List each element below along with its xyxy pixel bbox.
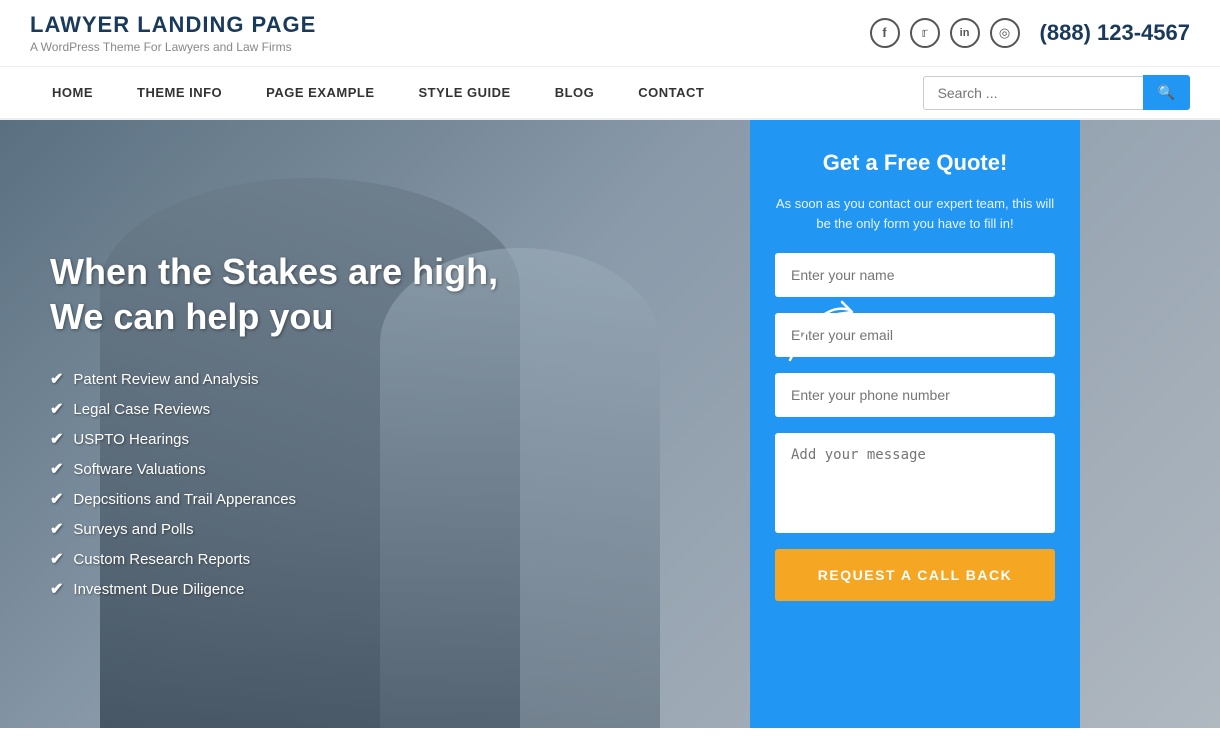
navbar: HOME THEME INFO PAGE EXAMPLE STYLE GUIDE… — [0, 67, 1220, 120]
list-item: ✔ Surveys and Polls — [50, 519, 710, 539]
check-icon: ✔ — [50, 459, 63, 479]
list-item-label: Software Valuations — [73, 461, 205, 478]
list-item-label: Surveys and Polls — [73, 521, 193, 538]
list-item: ✔ Patent Review and Analysis — [50, 369, 710, 389]
list-item: ✔ Legal Case Reviews — [50, 399, 710, 419]
check-icon: ✔ — [50, 399, 63, 419]
phone-number: (888) 123-4567 — [1040, 20, 1190, 46]
check-icon: ✔ — [50, 549, 63, 569]
list-item-label: Investment Due Diligence — [73, 581, 244, 598]
check-icon: ✔ — [50, 429, 63, 449]
logo-subtitle: A WordPress Theme For Lawyers and Law Fi… — [30, 40, 316, 54]
form-title: Get a Free Quote! — [775, 150, 1055, 176]
linkedin-icon[interactable]: in — [950, 18, 980, 48]
nav-page-example[interactable]: PAGE EXAMPLE — [244, 67, 396, 118]
check-icon: ✔ — [50, 369, 63, 389]
list-item: ✔ Custom Research Reports — [50, 549, 710, 569]
nav-style-guide[interactable]: STYLE GUIDE — [397, 67, 533, 118]
form-subtitle: As soon as you contact our expert team, … — [775, 194, 1055, 233]
check-icon: ✔ — [50, 519, 63, 539]
list-item-label: Depcsitions and Trail Apperances — [73, 491, 296, 508]
hero-content: When the Stakes are high,We can help you… — [0, 120, 750, 728]
check-icon: ✔ — [50, 489, 63, 509]
check-icon: ✔ — [50, 579, 63, 599]
hero-headline: When the Stakes are high,We can help you — [50, 249, 710, 339]
nav-blog[interactable]: BLOG — [533, 67, 617, 118]
nav-theme-info[interactable]: THEME INFO — [115, 67, 244, 118]
list-item: ✔ Software Valuations — [50, 459, 710, 479]
nav-contact[interactable]: CONTACT — [616, 67, 726, 118]
list-item-label: USPTO Hearings — [73, 431, 189, 448]
search-input[interactable] — [923, 76, 1143, 110]
list-item-label: Patent Review and Analysis — [73, 371, 258, 388]
nav-links: HOME THEME INFO PAGE EXAMPLE STYLE GUIDE… — [30, 67, 726, 118]
search-button[interactable]: 🔍 — [1143, 75, 1190, 110]
name-input[interactable] — [775, 253, 1055, 297]
list-item: ✔ Investment Due Diligence — [50, 579, 710, 599]
nav-home[interactable]: HOME — [30, 67, 115, 118]
submit-button[interactable]: REQUEST A CALL BACK — [775, 549, 1055, 601]
header-right: 𝐟 𝕣 in ◎ (888) 123-4567 — [870, 18, 1190, 48]
header-top: LAWYER LANDING PAGE A WordPress Theme Fo… — [0, 0, 1220, 67]
form-panel: Get a Free Quote! As soon as you contact… — [750, 120, 1080, 728]
email-input[interactable] — [775, 313, 1055, 357]
hero-checklist: ✔ Patent Review and Analysis ✔ Legal Case … — [50, 369, 710, 599]
list-item-label: Legal Case Reviews — [73, 401, 210, 418]
logo-area: LAWYER LANDING PAGE A WordPress Theme Fo… — [30, 12, 316, 54]
logo-title: LAWYER LANDING PAGE — [30, 12, 316, 38]
list-item: ✔ USPTO Hearings — [50, 429, 710, 449]
message-textarea[interactable] — [775, 433, 1055, 533]
list-item: ✔ Depcsitions and Trail Apperances — [50, 489, 710, 509]
instagram-icon[interactable]: ◎ — [990, 18, 1020, 48]
twitter-icon[interactable]: 𝕣 — [910, 18, 940, 48]
phone-input[interactable] — [775, 373, 1055, 417]
social-icons: 𝐟 𝕣 in ◎ — [870, 18, 1020, 48]
list-item-label: Custom Research Reports — [73, 551, 250, 568]
facebook-icon[interactable]: 𝐟 — [870, 18, 900, 48]
hero-section: When the Stakes are high,We can help you… — [0, 120, 1220, 728]
search-bar: 🔍 — [923, 75, 1190, 110]
